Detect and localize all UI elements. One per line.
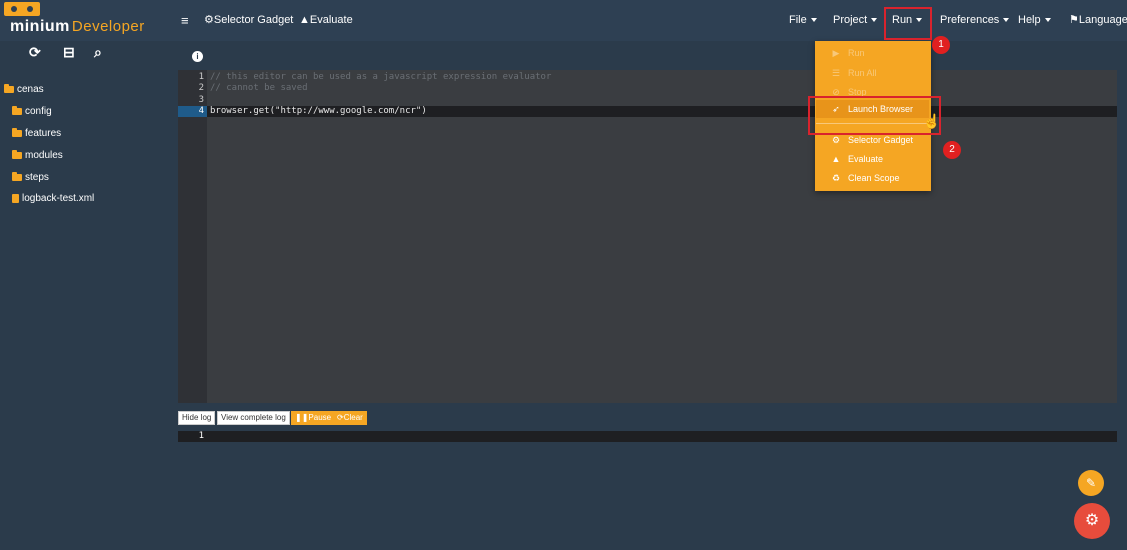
line-number: 2	[198, 83, 204, 93]
menu-item-evaluate[interactable]: ▲ Evaluate	[830, 154, 884, 164]
selector-gadget-icon: ⚙	[831, 135, 841, 145]
menu-item-run-all[interactable]: ☰ Run All	[830, 68, 877, 79]
logo-text: minium Developer	[10, 18, 145, 35]
folder-icon	[12, 149, 22, 159]
refresh-icon[interactable]: ⟳	[29, 44, 41, 61]
line-number: 4	[198, 106, 204, 116]
annotation-badge-2: 2	[943, 141, 961, 159]
hamburger-menu-icon[interactable]: ≡	[181, 0, 189, 41]
selector-gadget-icon: ⚙	[204, 14, 214, 26]
menu-item-clean-scope[interactable]: ♻ Clean Scope	[830, 173, 900, 184]
log-line-number: 1	[198, 431, 204, 441]
annotation-box-launch-browser	[808, 96, 941, 135]
evaluate-link[interactable]: ▲Evaluate	[299, 0, 353, 41]
file-menu[interactable]: File	[789, 0, 817, 41]
pause-icon: ❚❚	[295, 413, 309, 422]
tree-item-steps[interactable]: steps	[12, 171, 49, 183]
caret-down-icon	[1044, 18, 1051, 23]
settings-fab[interactable]: ⚙	[1074, 503, 1110, 539]
help-menu[interactable]: Help	[1018, 0, 1051, 41]
caret-down-icon	[1003, 18, 1010, 23]
code-line: // this editor can be used as a javascri…	[210, 72, 552, 82]
tree-item-config[interactable]: config	[12, 105, 52, 117]
caret-down-icon	[810, 18, 817, 23]
refresh-icon: ⟳	[337, 413, 344, 422]
menu-item-selector-gadget[interactable]: ⚙ Selector Gadget	[830, 135, 913, 146]
play-icon: ▶	[832, 48, 840, 58]
binoculars-icon: ▲	[299, 14, 310, 26]
hide-log-button[interactable]: Hide log	[178, 411, 216, 425]
editor-gutter	[178, 70, 207, 403]
line-number: 1	[198, 72, 204, 82]
tree-item-cenas[interactable]: cenas	[4, 83, 44, 95]
line-number: 3	[198, 95, 204, 105]
log-console[interactable]	[178, 430, 1117, 550]
clear-button[interactable]: ⟳Clear	[333, 411, 367, 425]
recycle-icon: ♻	[831, 173, 841, 183]
eraser-icon: ✎	[1085, 476, 1097, 490]
search-icon[interactable]: ⌕	[94, 44, 102, 61]
caret-down-icon	[871, 18, 878, 23]
language-menu[interactable]: ⚑Language	[1069, 0, 1127, 41]
gears-icon: ⚙	[1084, 512, 1100, 529]
pause-button[interactable]: ❚❚Pause	[291, 411, 336, 425]
eraser-fab[interactable]: ✎	[1078, 470, 1104, 496]
tree-item-logback[interactable]: logback-test.xml	[12, 193, 94, 204]
list-icon: ☰	[831, 68, 841, 78]
folder-icon	[12, 127, 22, 137]
tree-item-modules[interactable]: modules	[12, 149, 63, 161]
annotation-badge-1: 1	[932, 36, 950, 54]
annotation-box-run	[884, 7, 932, 40]
view-complete-log-button[interactable]: View complete log	[217, 411, 290, 425]
project-menu[interactable]: Project	[833, 0, 878, 41]
collapse-icon[interactable]: ⊟	[63, 44, 75, 61]
logo-dots-icon	[4, 2, 40, 16]
app-logo[interactable]: minium Developer	[0, 0, 163, 41]
code-line: // cannot be saved	[210, 83, 308, 93]
tree-item-features[interactable]: features	[12, 127, 61, 139]
folder-icon	[12, 105, 22, 115]
selector-gadget-link[interactable]: ⚙Selector Gadget	[204, 0, 293, 41]
code-line: browser.get("http://www.google.com/ncr")	[210, 106, 427, 116]
code-editor[interactable]	[178, 70, 1117, 403]
log-active-line	[178, 431, 1117, 442]
binoculars-icon: ▲	[831, 154, 841, 164]
project-sidebar	[0, 41, 163, 550]
file-icon	[12, 193, 19, 203]
preferences-menu[interactable]: Preferences	[940, 0, 1010, 41]
flag-icon: ⚑	[1069, 14, 1079, 26]
menu-item-run[interactable]: ▶ Run	[830, 48, 865, 59]
info-icon[interactable]: i	[192, 51, 203, 62]
folder-icon	[4, 83, 14, 93]
folder-icon	[12, 171, 22, 181]
